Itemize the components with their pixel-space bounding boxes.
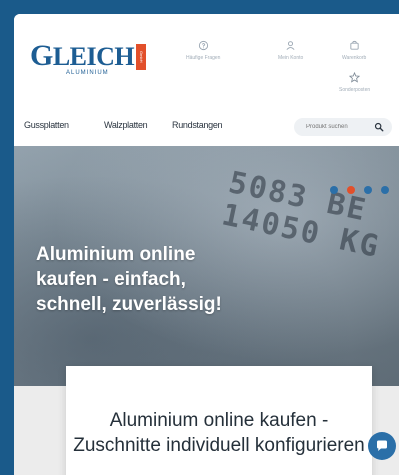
nav-item-gussplatten[interactable]: Gussplatten — [24, 120, 69, 130]
cart-link[interactable]: Warenkorb — [342, 40, 366, 61]
logo-badge: GmbH — [136, 44, 147, 70]
hero-headline: Aluminium online kaufen - einfach, schne… — [36, 244, 222, 315]
hero-banner: 5083 BE 14050 KG Aluminium online kaufen… — [14, 146, 399, 386]
nav-item-rundstangen[interactable]: Rundstangen — [172, 120, 223, 130]
chat-button[interactable] — [368, 432, 396, 460]
browser-frame: GLEICH GmbH ALUMINIUM Häufige Fragen Mei… — [14, 14, 399, 475]
faq-label: Häufige Fragen — [186, 55, 221, 61]
logo-wordmark: GLEICH — [30, 41, 135, 71]
logo-subtitle: ALUMINIUM — [66, 70, 109, 76]
question-icon — [198, 40, 208, 51]
star-icon — [349, 72, 361, 83]
intro-card: Aluminium online kaufen - Zuschnitte ind… — [66, 366, 372, 475]
brand-logo[interactable]: GLEICH GmbH ALUMINIUM — [30, 41, 147, 76]
cart-icon — [350, 40, 359, 50]
site-header: GLEICH GmbH ALUMINIUM Häufige Fragen Mei… — [14, 14, 399, 114]
user-icon — [286, 41, 295, 50]
account-label: Mein Konto — [278, 55, 304, 61]
search-bar — [294, 118, 392, 136]
carousel-dot-2[interactable] — [347, 186, 355, 194]
carousel-dots — [330, 186, 389, 194]
carousel-dot-1[interactable] — [330, 186, 338, 194]
special-offers-label: Sonderposten — [339, 87, 371, 93]
intro-card-heading: Aluminium online kaufen - Zuschnitte ind… — [73, 410, 365, 456]
carousel-dot-3[interactable] — [364, 186, 372, 194]
search-input[interactable] — [306, 124, 370, 130]
cart-label: Warenkorb — [342, 55, 367, 61]
faq-link[interactable]: Häufige Fragen — [186, 40, 220, 61]
logo-initial: G — [30, 39, 53, 72]
carousel-dot-4[interactable] — [381, 186, 389, 194]
account-link[interactable]: Mein Konto — [278, 40, 303, 61]
search-icon[interactable] — [374, 122, 384, 132]
logo-name: LEICH — [52, 42, 135, 71]
chat-icon — [377, 440, 387, 451]
nav-item-walzplatten[interactable]: Walzplatten — [104, 120, 148, 130]
special-offers-link[interactable]: Sonderposten — [339, 72, 370, 93]
